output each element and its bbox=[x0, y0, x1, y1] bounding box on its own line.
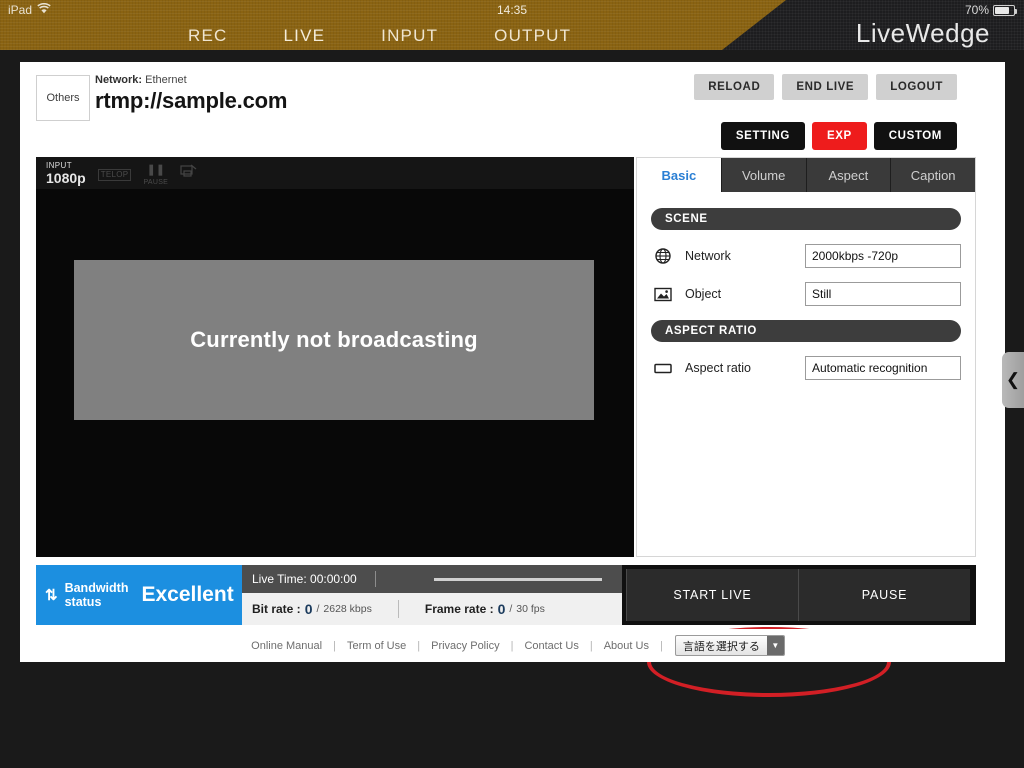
bitrate-separator: / bbox=[316, 603, 320, 615]
app-card: Others Network: Ethernet rtmp://sample.c… bbox=[20, 62, 1005, 697]
network-key: Network: bbox=[95, 74, 143, 86]
chevron-down-icon: ▼ bbox=[766, 636, 784, 655]
status-bar-clock: 14:35 bbox=[496, 3, 528, 17]
field-network: Network 2000kbps -720p bbox=[651, 244, 961, 268]
field-value-aspect-ratio[interactable]: Automatic recognition bbox=[805, 356, 961, 380]
ios-status-bar: iPad 14:35 70% REC LIVE INPUT OUTPUT Liv… bbox=[0, 0, 1024, 50]
bitrate-current: 0 bbox=[304, 601, 313, 617]
footer-link-online-manual[interactable]: Online Manual bbox=[240, 640, 333, 652]
pause-icon-glyph: ❚❚ bbox=[146, 163, 166, 176]
rectangle-icon bbox=[651, 362, 675, 375]
nav-item-rec[interactable]: REC bbox=[160, 24, 256, 50]
footer-link-contact-us[interactable]: Contact Us bbox=[513, 640, 589, 652]
main-nav: REC LIVE INPUT OUTPUT bbox=[160, 24, 599, 50]
top-button-row: RELOAD END LIVE LOGOUT bbox=[694, 74, 957, 100]
updown-arrows-icon: ⇅ bbox=[45, 586, 58, 604]
pause-icon[interactable]: ❚❚ PAUSE bbox=[143, 161, 168, 186]
footer: Online Manual | Term of Use | Privacy Po… bbox=[20, 629, 1005, 662]
reload-button[interactable]: RELOAD bbox=[694, 74, 775, 100]
field-value-object[interactable]: Still bbox=[805, 282, 961, 306]
nav-item-live[interactable]: LIVE bbox=[256, 24, 354, 50]
bitrate-max: 2628 kbps bbox=[323, 603, 372, 615]
divider bbox=[397, 600, 399, 618]
field-label-aspect-ratio: Aspect ratio bbox=[685, 361, 752, 375]
input-label: INPUT bbox=[46, 160, 72, 170]
framerate-max: 30 fps bbox=[516, 603, 545, 615]
footer-link-term-of-use[interactable]: Term of Use bbox=[336, 640, 417, 652]
start-live-button[interactable]: START LIVE bbox=[626, 569, 798, 621]
video-preview: INPUT 1080p TELOP ❚❚ PAUSE Currently not… bbox=[36, 157, 634, 557]
bandwidth-label-line2: status bbox=[64, 595, 102, 609]
status-strip: ⇅ Bandwidth status Excellent Live Time: … bbox=[36, 565, 976, 625]
field-aspect-ratio: Aspect ratio Automatic recognition bbox=[651, 356, 961, 380]
rtmp-url: rtmp://sample.com bbox=[95, 88, 288, 113]
meters: Live Time: 00:00:00 Bit rate : 0 / 2628 … bbox=[242, 565, 622, 625]
section-title-scene: SCENE bbox=[651, 208, 961, 230]
language-select-label: 言語を選択する bbox=[682, 640, 760, 653]
bandwidth-status[interactable]: ⇅ Bandwidth status Excellent bbox=[36, 565, 242, 625]
framerate-current: 0 bbox=[497, 601, 506, 617]
language-select[interactable]: 言語を選択する ▼ bbox=[674, 635, 785, 656]
side-panel-toggle[interactable]: ❮ bbox=[1002, 352, 1024, 408]
nav-item-input[interactable]: INPUT bbox=[353, 24, 466, 50]
telop-icon-glyph: TELOP bbox=[97, 169, 132, 181]
settings-tabs: Basic Volume Aspect Caption bbox=[637, 158, 975, 192]
input-value: 1080p bbox=[46, 169, 86, 186]
live-time-row: Live Time: 00:00:00 bbox=[242, 565, 622, 593]
framerate-separator: / bbox=[509, 603, 513, 615]
divider bbox=[374, 571, 376, 587]
rate-row: Bit rate : 0 / 2628 kbps Frame rate : 0 … bbox=[242, 593, 622, 625]
pause-button[interactable]: PAUSE bbox=[798, 569, 970, 621]
field-label-network: Network bbox=[685, 249, 731, 263]
telop-icon[interactable]: TELOP bbox=[97, 165, 132, 181]
brand-logo: LiveWedge bbox=[855, 18, 990, 48]
preview-toolbar: INPUT 1080p TELOP ❚❚ PAUSE bbox=[36, 157, 634, 189]
exp-button[interactable]: EXP bbox=[811, 122, 867, 150]
chevron-left-icon: ❮ bbox=[1005, 370, 1021, 389]
footer-separator: | bbox=[659, 639, 663, 652]
end-live-button[interactable]: END LIVE bbox=[782, 74, 869, 100]
globe-icon bbox=[651, 248, 675, 264]
network-info: Network: Ethernet bbox=[95, 74, 187, 86]
battery-percent-label: 70% bbox=[964, 3, 989, 17]
battery-icon bbox=[993, 4, 1017, 16]
field-label-object: Object bbox=[685, 287, 722, 301]
settings-body: SCENE Network 2000kbps -720p Object Stil… bbox=[637, 192, 975, 380]
not-broadcasting-panel: Currently not broadcasting bbox=[74, 260, 594, 420]
bitrate-label: Bit rate : bbox=[252, 602, 301, 616]
tab-basic[interactable]: Basic bbox=[637, 158, 722, 192]
app-screen: iPad 14:35 70% REC LIVE INPUT OUTPUT Liv… bbox=[0, 0, 1024, 768]
custom-button[interactable]: CUSTOM bbox=[873, 122, 957, 150]
tab-volume[interactable]: Volume bbox=[721, 158, 807, 192]
network-value: Ethernet bbox=[145, 74, 187, 86]
input-resolution: INPUT 1080p bbox=[46, 160, 86, 186]
logout-button[interactable]: LOGOUT bbox=[876, 74, 957, 100]
mid-button-row: SETTING EXP CUSTOM bbox=[720, 122, 957, 150]
nav-item-output[interactable]: OUTPUT bbox=[466, 24, 599, 50]
others-badge[interactable]: Others bbox=[36, 75, 90, 121]
section-title-aspect-ratio: ASPECT RATIO bbox=[651, 320, 961, 342]
tab-caption[interactable]: Caption bbox=[891, 158, 975, 192]
framerate-label: Frame rate : bbox=[424, 602, 494, 616]
footer-link-privacy-policy[interactable]: Privacy Policy bbox=[420, 640, 510, 652]
status-bar-right: 70% bbox=[964, 3, 1017, 17]
not-broadcasting-message: Currently not broadcasting bbox=[190, 327, 478, 352]
footer-link-about-us[interactable]: About Us bbox=[593, 640, 660, 652]
bandwidth-label: Bandwidth status bbox=[65, 581, 129, 609]
pause-icon-caption: PAUSE bbox=[143, 178, 169, 186]
layout-icon[interactable] bbox=[180, 163, 198, 183]
live-progress-track[interactable] bbox=[433, 577, 602, 581]
settings-panel: Basic Volume Aspect Caption SCENE Networ… bbox=[636, 157, 976, 557]
field-value-network[interactable]: 2000kbps -720p bbox=[805, 244, 961, 268]
bandwidth-value: Excellent bbox=[141, 583, 234, 606]
image-icon bbox=[651, 287, 675, 302]
live-buttons-wrap: START LIVE PAUSE bbox=[622, 565, 976, 625]
setting-button[interactable]: SETTING bbox=[720, 122, 805, 150]
field-object: Object Still bbox=[651, 282, 961, 306]
layout-icon-glyph bbox=[180, 164, 197, 177]
tab-aspect[interactable]: Aspect bbox=[806, 158, 892, 192]
live-time-label: Live Time: 00:00:00 bbox=[252, 572, 357, 586]
bandwidth-label-line1: Bandwidth bbox=[64, 581, 129, 595]
